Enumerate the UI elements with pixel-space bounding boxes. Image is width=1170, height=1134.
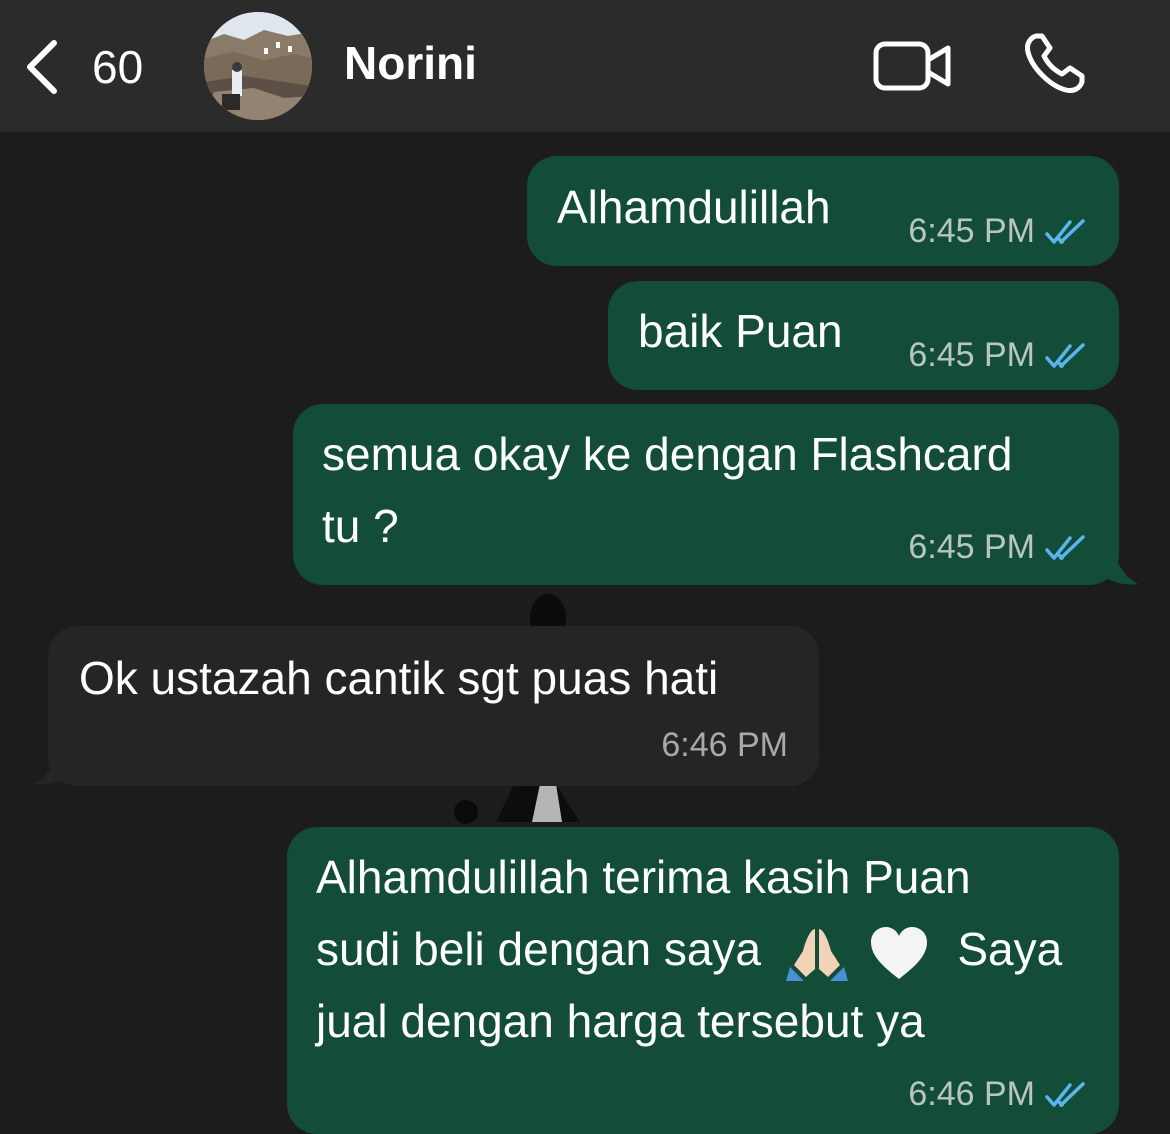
message-meta: 6:45 PM — [908, 212, 1091, 251]
double-check-icon — [1045, 218, 1085, 244]
message-text-line: Alhamdulillah terima kasih Puan — [316, 851, 971, 903]
message-outgoing[interactable]: semua okay ke dengan Flashcard tu ? 6:45… — [293, 404, 1119, 585]
message-meta: 6:46 PM — [908, 1075, 1091, 1114]
message-text-line: semua okay ke dengan Flashcard — [322, 428, 1013, 480]
message-meta: 6:46 PM — [661, 726, 788, 765]
video-call-icon[interactable] — [872, 36, 954, 96]
avatar-photo — [204, 12, 312, 120]
message-time: 6:45 PM — [908, 336, 1035, 374]
message-incoming[interactable]: Ok ustazah cantik sgt puas hati 6:46 PM — [48, 626, 819, 786]
message-meta: 6:45 PM — [908, 528, 1091, 567]
message-text: baik Puan — [638, 305, 843, 357]
white-heart-icon — [870, 926, 927, 979]
message-outgoing[interactable]: Alhamdulillah terima kasih Puan sudi bel… — [287, 827, 1119, 1134]
message-text-segment: Saya — [957, 923, 1063, 975]
message-text-line: tu ? — [322, 500, 399, 552]
message-outgoing[interactable]: Alhamdulillah 6:45 PM — [527, 156, 1119, 266]
message-text: Ok ustazah cantik sgt puas hati — [79, 652, 719, 704]
message-text: Alhamdulillah — [557, 181, 831, 233]
message-text-segment: sudi beli dengan saya — [316, 923, 761, 975]
message-text-line: sudi beli dengan saya Saya — [316, 913, 1062, 985]
avatar[interactable] — [204, 12, 312, 120]
double-check-icon — [1045, 534, 1085, 560]
chat-header: 60 Norini — [0, 0, 1170, 132]
double-check-icon — [1045, 342, 1085, 368]
double-check-icon — [1045, 1081, 1085, 1107]
message-time: 6:46 PM — [908, 1075, 1035, 1113]
back-button[interactable]: 60 — [22, 34, 162, 100]
message-outgoing[interactable]: baik Puan 6:45 PM — [608, 281, 1119, 390]
message-meta: 6:45 PM — [908, 336, 1091, 375]
phone-icon[interactable] — [1022, 30, 1088, 96]
chevron-left-icon — [27, 40, 57, 94]
contact-name[interactable]: Norini — [344, 36, 477, 90]
message-time: 6:45 PM — [908, 212, 1035, 250]
message-time: 6:46 PM — [661, 726, 788, 764]
message-list[interactable]: Alhamdulillah 6:45 PM baik Puan 6:45 PM … — [0, 132, 1170, 1134]
unread-count: 60 — [92, 41, 144, 93]
folded-hands-icon — [785, 928, 848, 981]
message-time: 6:45 PM — [908, 528, 1035, 566]
message-text-line: jual dengan harga tersebut ya — [316, 995, 925, 1047]
